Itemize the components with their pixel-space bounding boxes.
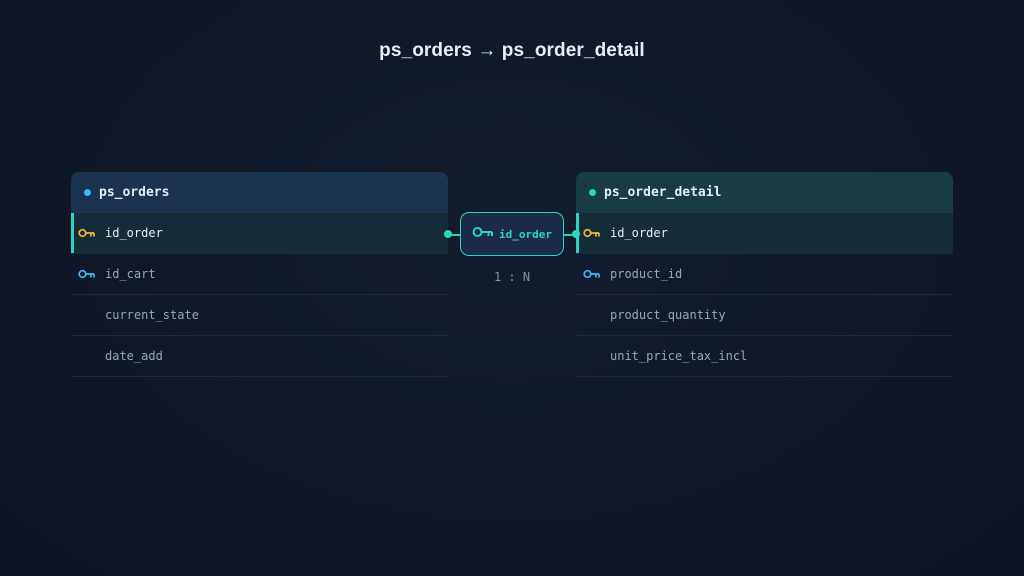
column-name: id_cart bbox=[105, 267, 156, 281]
relationship-key-label: id_order bbox=[499, 227, 552, 241]
table-row[interactable]: id_order bbox=[576, 213, 953, 254]
table-row[interactable]: id_cart bbox=[71, 254, 448, 295]
table-row[interactable]: unit_price_tax_incl bbox=[576, 336, 953, 377]
table-ps-order-detail[interactable]: ps_order_detail id_order product_id prod… bbox=[576, 172, 953, 377]
column-name: id_order bbox=[105, 226, 163, 240]
table-name: ps_orders bbox=[99, 184, 170, 200]
table-ps-orders[interactable]: ps_orders id_order id_cart current_state… bbox=[71, 172, 448, 377]
relationship-badge[interactable]: id_order bbox=[460, 212, 564, 256]
primary-key-icon bbox=[71, 213, 105, 254]
column-name: id_order bbox=[610, 226, 668, 240]
column-name: product_id bbox=[610, 267, 683, 281]
table-row[interactable]: id_order bbox=[71, 213, 448, 254]
table-dot-icon bbox=[589, 188, 596, 196]
table-header: ps_orders bbox=[71, 172, 448, 213]
column-name: date_add bbox=[105, 349, 163, 363]
diagram-title: ps_orders → ps_order_detail bbox=[379, 40, 645, 61]
foreign-key-icon bbox=[576, 254, 610, 295]
table-header: ps_order_detail bbox=[576, 172, 953, 213]
table-name: ps_order_detail bbox=[604, 184, 722, 200]
cardinality-label: 1 : N bbox=[493, 270, 531, 284]
table-row[interactable]: product_id bbox=[576, 254, 953, 295]
key-icon bbox=[472, 225, 494, 243]
column-name: current_state bbox=[105, 308, 199, 322]
connector-endpoint-right bbox=[572, 230, 580, 238]
column-name: product_quantity bbox=[610, 308, 726, 322]
connector-endpoint-left bbox=[444, 230, 452, 238]
foreign-key-icon bbox=[71, 254, 105, 295]
table-row[interactable]: current_state bbox=[71, 295, 448, 336]
table-dot-icon bbox=[84, 188, 91, 196]
primary-key-icon bbox=[576, 213, 610, 254]
column-name: unit_price_tax_incl bbox=[610, 349, 748, 363]
table-row[interactable]: product_quantity bbox=[576, 295, 953, 336]
table-row[interactable]: date_add bbox=[71, 336, 448, 377]
